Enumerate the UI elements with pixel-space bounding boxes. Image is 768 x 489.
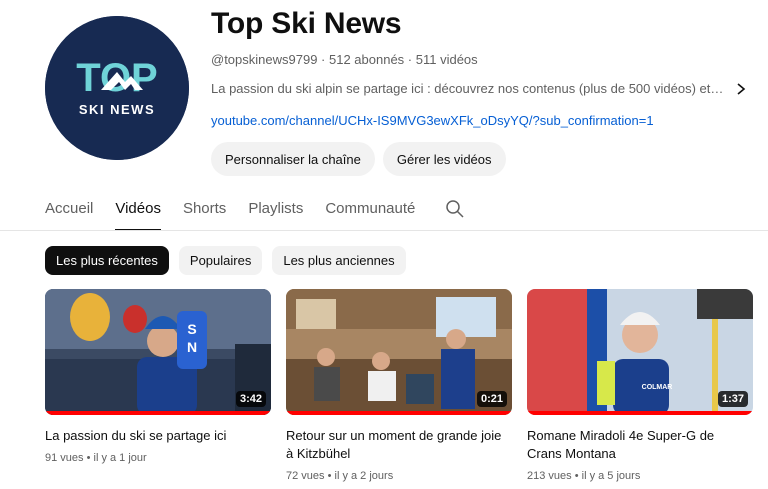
video-views: 213 vues (527, 470, 572, 482)
video-meta: 72 vues • il y a 2 jours (286, 468, 512, 484)
video-duration: 3:42 (235, 391, 266, 407)
video-meta: 91 vues • il y a 1 jour (45, 450, 271, 466)
watch-progress-bar (286, 411, 512, 415)
video-age: il y a 5 jours (581, 470, 641, 482)
tab-shorts[interactable]: Shorts (183, 190, 226, 231)
svg-text:N: N (187, 339, 197, 355)
meta-separator: · (404, 52, 416, 67)
video-age: il y a 2 jours (334, 470, 394, 482)
video-views: 91 vues (45, 452, 84, 464)
video-grid: S N 3:42 La passion du ski se partage ic… (45, 289, 753, 484)
video-count: 511 vidéos (415, 52, 478, 67)
description-row[interactable]: La passion du ski alpin se partage ici :… (211, 80, 748, 98)
svg-text:SKI NEWS: SKI NEWS (79, 102, 155, 117)
chip-popular[interactable]: Populaires (178, 246, 263, 275)
meta-separator: · (317, 52, 329, 67)
search-icon[interactable] (445, 190, 465, 224)
video-age: il y a 1 jour (93, 452, 147, 464)
meta-separator: • (571, 470, 582, 482)
channel-meta: @topskinews9799 · 512 abonnés · 511 vidé… (211, 51, 761, 69)
video-duration: 0:21 (476, 391, 507, 407)
video-title[interactable]: Retour sur un moment de grande joie à Ki… (286, 427, 512, 463)
video-thumbnail[interactable]: 0:21 (286, 289, 512, 415)
video-thumbnail[interactable]: S N 3:42 (45, 289, 271, 415)
channel-link[interactable]: youtube.com/channel/UCHx-IS9MVG3ewXFk_oD… (211, 112, 761, 130)
svg-text:COLMAR: COLMAR (642, 384, 673, 391)
chevron-right-icon[interactable] (734, 82, 748, 96)
tabs-divider (0, 230, 768, 231)
video-title[interactable]: La passion du ski se partage ici (45, 427, 271, 445)
svg-text:S: S (187, 321, 196, 337)
video-duration: 1:37 (717, 391, 748, 407)
channel-actions: Personnaliser la chaîne Gérer les vidéos (211, 142, 761, 176)
video-thumbnail[interactable]: COLMAR 1:37 (527, 289, 753, 415)
channel-handle: @topskinews9799 (211, 52, 318, 67)
video-card[interactable]: 0:21 Retour sur un moment de grande joie… (286, 289, 512, 484)
channel-name: Top Ski News (211, 7, 402, 40)
channel-description: La passion du ski alpin se partage ici :… (211, 81, 726, 96)
watch-progress-bar (527, 411, 753, 415)
channel-info: Top Ski News @topskinews9799 · 512 abonn… (211, 4, 761, 176)
top-ski-news-logo: TOP SKI NEWS (45, 16, 189, 160)
chip-oldest[interactable]: Les plus anciennes (272, 246, 406, 275)
channel-tabs: Accueil Vidéos Shorts Playlists Communau… (45, 190, 465, 231)
tab-videos[interactable]: Vidéos (115, 190, 161, 231)
tab-communaute[interactable]: Communauté (325, 190, 415, 231)
meta-separator: • (324, 470, 335, 482)
video-card[interactable]: S N 3:42 La passion du ski se partage ic… (45, 289, 271, 484)
customize-channel-button[interactable]: Personnaliser la chaîne (211, 142, 375, 176)
tab-playlists[interactable]: Playlists (248, 190, 303, 231)
sort-chips: Les plus récentes Populaires Les plus an… (45, 246, 406, 275)
chip-most-recent[interactable]: Les plus récentes (45, 246, 169, 275)
meta-separator: • (83, 452, 94, 464)
subscriber-count: 512 abonnés (329, 52, 405, 67)
video-views: 72 vues (286, 470, 325, 482)
video-card[interactable]: COLMAR 1:37 Romane Miradoli 4e Super-G d… (527, 289, 753, 484)
video-title[interactable]: Romane Miradoli 4e Super-G de Crans Mont… (527, 427, 753, 463)
manage-videos-button[interactable]: Gérer les vidéos (382, 142, 506, 176)
watch-progress-bar (45, 411, 271, 415)
channel-avatar[interactable]: TOP SKI NEWS (45, 16, 189, 160)
tab-accueil[interactable]: Accueil (45, 190, 93, 231)
video-meta: 213 vues • il y a 5 jours (527, 468, 753, 484)
